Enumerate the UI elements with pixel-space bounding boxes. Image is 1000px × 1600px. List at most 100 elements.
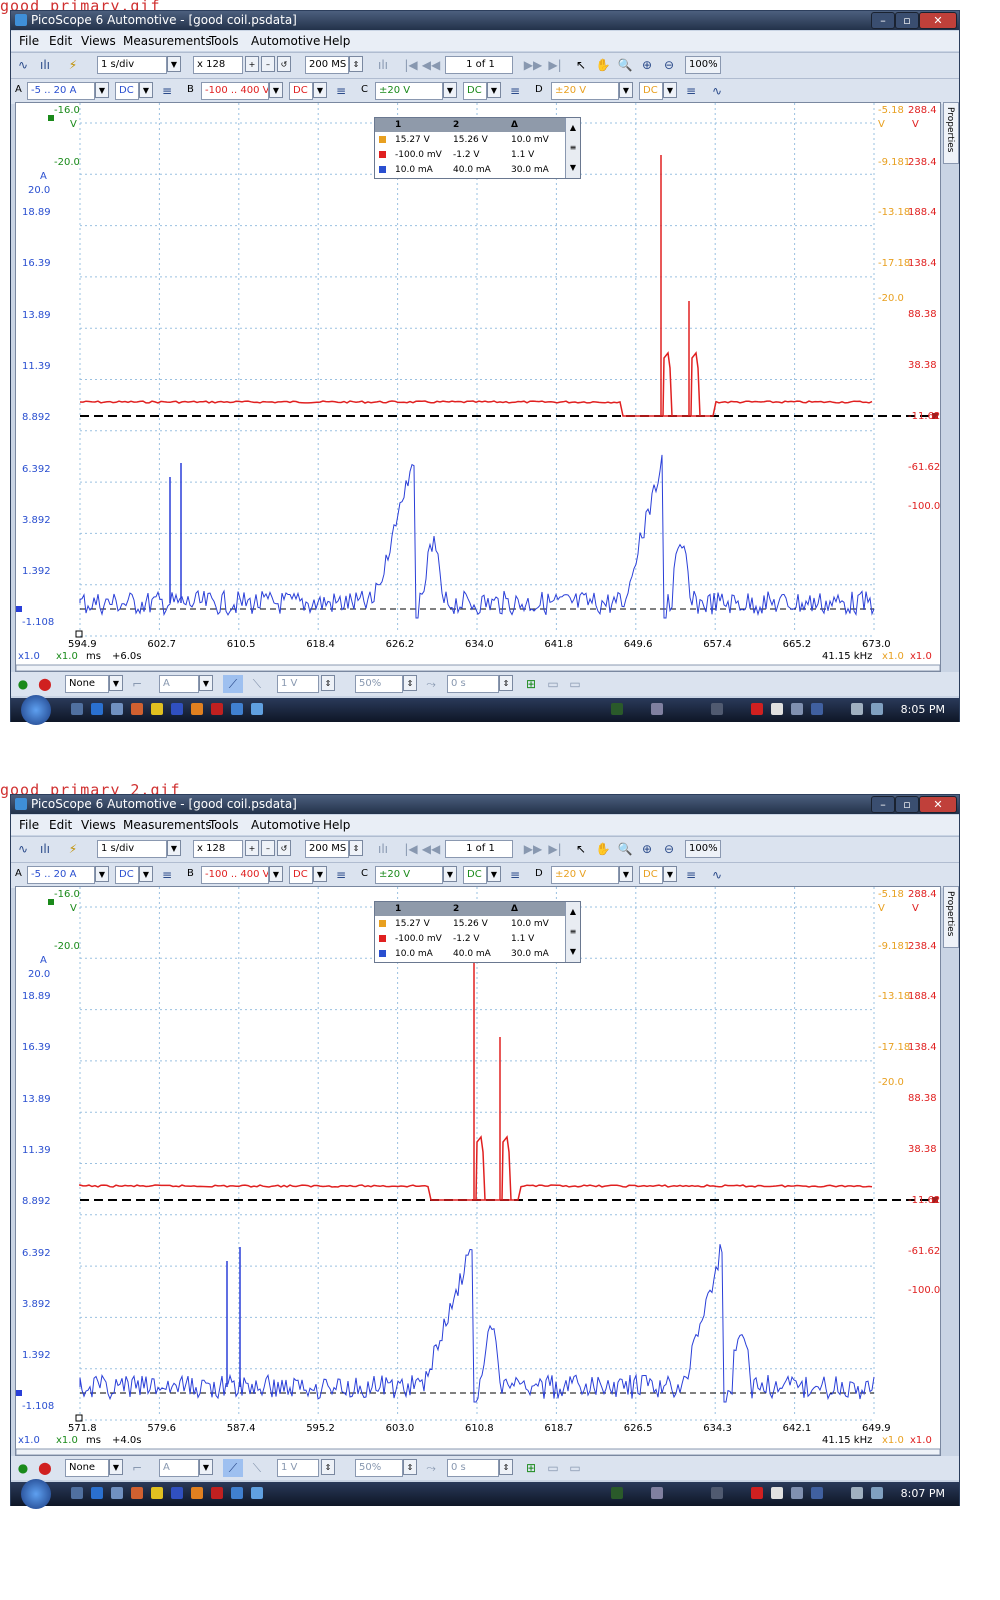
channel-b-coupling-dropdown[interactable]: ▼ [313, 82, 327, 98]
trigger-level-input[interactable]: 1 V [277, 1459, 319, 1477]
channel-d-options-icon[interactable]: ≡ [681, 866, 701, 884]
last-page-icon[interactable]: ▶| [545, 56, 565, 74]
measurements-table[interactable]: 1 2 Δ 15.27 V 15.26 V 10.0 mV -100.0 mV -1.2… [374, 901, 581, 963]
running-app-icon[interactable] [611, 1487, 623, 1499]
zoom-in-button[interactable]: + [245, 56, 259, 72]
running-app-2-icon[interactable] [651, 703, 663, 715]
math-channel-icon[interactable]: ∿ [707, 82, 727, 100]
tray-mcafee-icon[interactable] [751, 703, 763, 715]
channel-d-range-dropdown[interactable]: ▼ [619, 866, 633, 882]
channel-c-options-icon[interactable]: ≡ [505, 866, 525, 884]
menu-measurements[interactable]: Measurements [123, 34, 212, 48]
add-measurement-icon[interactable]: ⊞ [521, 675, 541, 693]
auto-setup-icon[interactable]: ⚡ [63, 56, 83, 74]
browser-icon[interactable] [91, 1487, 103, 1499]
minimize-button[interactable]: – [871, 796, 895, 813]
trigger-delay-spinner[interactable]: ⇕ [499, 1459, 513, 1475]
channel-b-coupling[interactable]: DC [289, 82, 313, 100]
zoom-out-button[interactable]: – [261, 840, 275, 856]
channel-d-coupling[interactable]: DC [639, 82, 663, 100]
trigger-delay-input[interactable]: 0 s [447, 675, 499, 693]
channel-d-coupling[interactable]: DC [639, 866, 663, 884]
tray-speaker-icon[interactable] [871, 703, 883, 715]
channel-d-range[interactable]: ±20 V [551, 82, 619, 100]
edit-measurement-icon[interactable]: ▭ [543, 1459, 563, 1477]
advanced-trigger-icon[interactable]: ⌐ [127, 1459, 147, 1477]
explorer-icon[interactable] [111, 703, 123, 715]
delay-icon[interactable]: ⤳ [421, 675, 441, 693]
next-page-icon[interactable]: ▶▶ [523, 840, 543, 858]
timebase-dropdown[interactable]: ▼ [167, 56, 181, 72]
menu-tools[interactable]: Tools [209, 818, 239, 832]
measurements-scrollbar[interactable]: ▲ ≡ ▼ [565, 902, 580, 962]
running-app-icon[interactable] [611, 703, 623, 715]
samples-select[interactable]: 200 MS [305, 840, 349, 858]
channel-a-coupling[interactable]: DC [115, 82, 139, 100]
zoom-reset-button[interactable]: ↺ [277, 840, 291, 856]
zoom-tool-icon[interactable]: 🔍 [615, 56, 635, 74]
trigger-channel-dropdown[interactable]: ▼ [199, 1459, 213, 1475]
menu-automotive[interactable]: Automotive [251, 34, 320, 48]
channel-c-coupling-dropdown[interactable]: ▼ [487, 82, 501, 98]
delete-measurement-icon[interactable]: ▭ [565, 1459, 585, 1477]
channel-a-marker[interactable] [16, 606, 22, 612]
channel-a-options-icon[interactable]: ≡ [157, 82, 177, 100]
edit-measurement-icon[interactable]: ▭ [543, 675, 563, 693]
explorer-icon[interactable] [111, 1487, 123, 1499]
channel-c-coupling-dropdown[interactable]: ▼ [487, 866, 501, 882]
falling-edge-icon[interactable]: ⟍ [247, 1459, 267, 1477]
trigger-mode-dropdown[interactable]: ▼ [109, 1459, 123, 1475]
close-button[interactable]: ✕ [919, 796, 957, 813]
timebase-select[interactable]: 1 s/div [97, 56, 167, 74]
channel-c-range[interactable]: ±20 V [375, 866, 443, 884]
menu-views[interactable]: Views [81, 818, 116, 832]
channel-d-coupling-dropdown[interactable]: ▼ [663, 866, 677, 882]
stop-icon[interactable]: ⬤ [35, 1459, 55, 1477]
last-page-icon[interactable]: ▶| [545, 840, 565, 858]
tray-volume-icon[interactable] [851, 1487, 863, 1499]
channel-a-coupling-dropdown[interactable]: ▼ [139, 866, 153, 882]
properties-tab[interactable]: Properties [943, 102, 959, 164]
measurements-table[interactable]: 1 2 Δ 15.27 V 15.26 V 10.0 mV -100.0 mV -1.2… [374, 117, 581, 179]
channel-c-range[interactable]: ±20 V [375, 82, 443, 100]
zoom-select[interactable]: x 128 [193, 840, 243, 858]
trigger-level-spinner[interactable]: ⇕ [321, 1459, 335, 1475]
picoscope-taskbar-icon[interactable] [231, 1487, 243, 1499]
channel-d-range-dropdown[interactable]: ▼ [619, 82, 633, 98]
maximize-button[interactable]: ▫ [895, 12, 919, 29]
zoom-select[interactable]: x 128 [193, 56, 243, 74]
menu-measurements[interactable]: Measurements [123, 818, 212, 832]
scope-plot-area[interactable]: -16.0 V -20.0 A 20.0 18.89 16.39 13.89 11.39 8.89… [15, 886, 941, 1456]
trigger-delay-spinner[interactable]: ⇕ [499, 675, 513, 691]
trigger-mode-dropdown[interactable]: ▼ [109, 675, 123, 691]
channel-a-coupling[interactable]: DC [115, 866, 139, 884]
zoom-in-icon[interactable]: ⊕ [637, 840, 657, 858]
minimize-button[interactable]: – [871, 12, 895, 29]
pretrigger-input[interactable]: 50% [355, 675, 403, 693]
tray-network-icon[interactable] [791, 703, 803, 715]
delete-measurement-icon[interactable]: ▭ [565, 675, 585, 693]
delay-icon[interactable]: ⤳ [421, 1459, 441, 1477]
channel-a-range-dropdown[interactable]: ▼ [95, 82, 109, 98]
advanced-trigger-icon[interactable]: ⌐ [127, 675, 147, 693]
trigger-delay-input[interactable]: 0 s [447, 1459, 499, 1477]
start-button[interactable] [21, 1479, 51, 1509]
pretrigger-spinner[interactable]: ⇕ [403, 1459, 417, 1475]
run-icon[interactable]: ● [13, 675, 33, 693]
zoom-out-icon[interactable]: ⊖ [659, 840, 679, 858]
auto-setup-icon[interactable]: ⚡ [63, 840, 83, 858]
menu-help[interactable]: Help [323, 34, 350, 48]
pointer-tool-icon[interactable]: ↖ [571, 840, 591, 858]
sample-rate-icon[interactable]: ılı [373, 56, 393, 74]
running-app-2-icon[interactable] [651, 1487, 663, 1499]
channel-c-range-dropdown[interactable]: ▼ [443, 866, 457, 882]
tray-app-icon[interactable] [811, 1487, 823, 1499]
horizontal-scrollbar[interactable] [16, 664, 940, 671]
player-icon[interactable] [191, 703, 203, 715]
tray-help-icon[interactable] [771, 1487, 783, 1499]
menu-edit[interactable]: Edit [49, 34, 72, 48]
spectrum-mode-icon[interactable]: ılı [35, 840, 55, 858]
messenger-icon[interactable] [151, 1487, 163, 1499]
zoom-tool-icon[interactable]: 🔍 [615, 840, 635, 858]
tool-icon[interactable] [211, 1487, 223, 1499]
